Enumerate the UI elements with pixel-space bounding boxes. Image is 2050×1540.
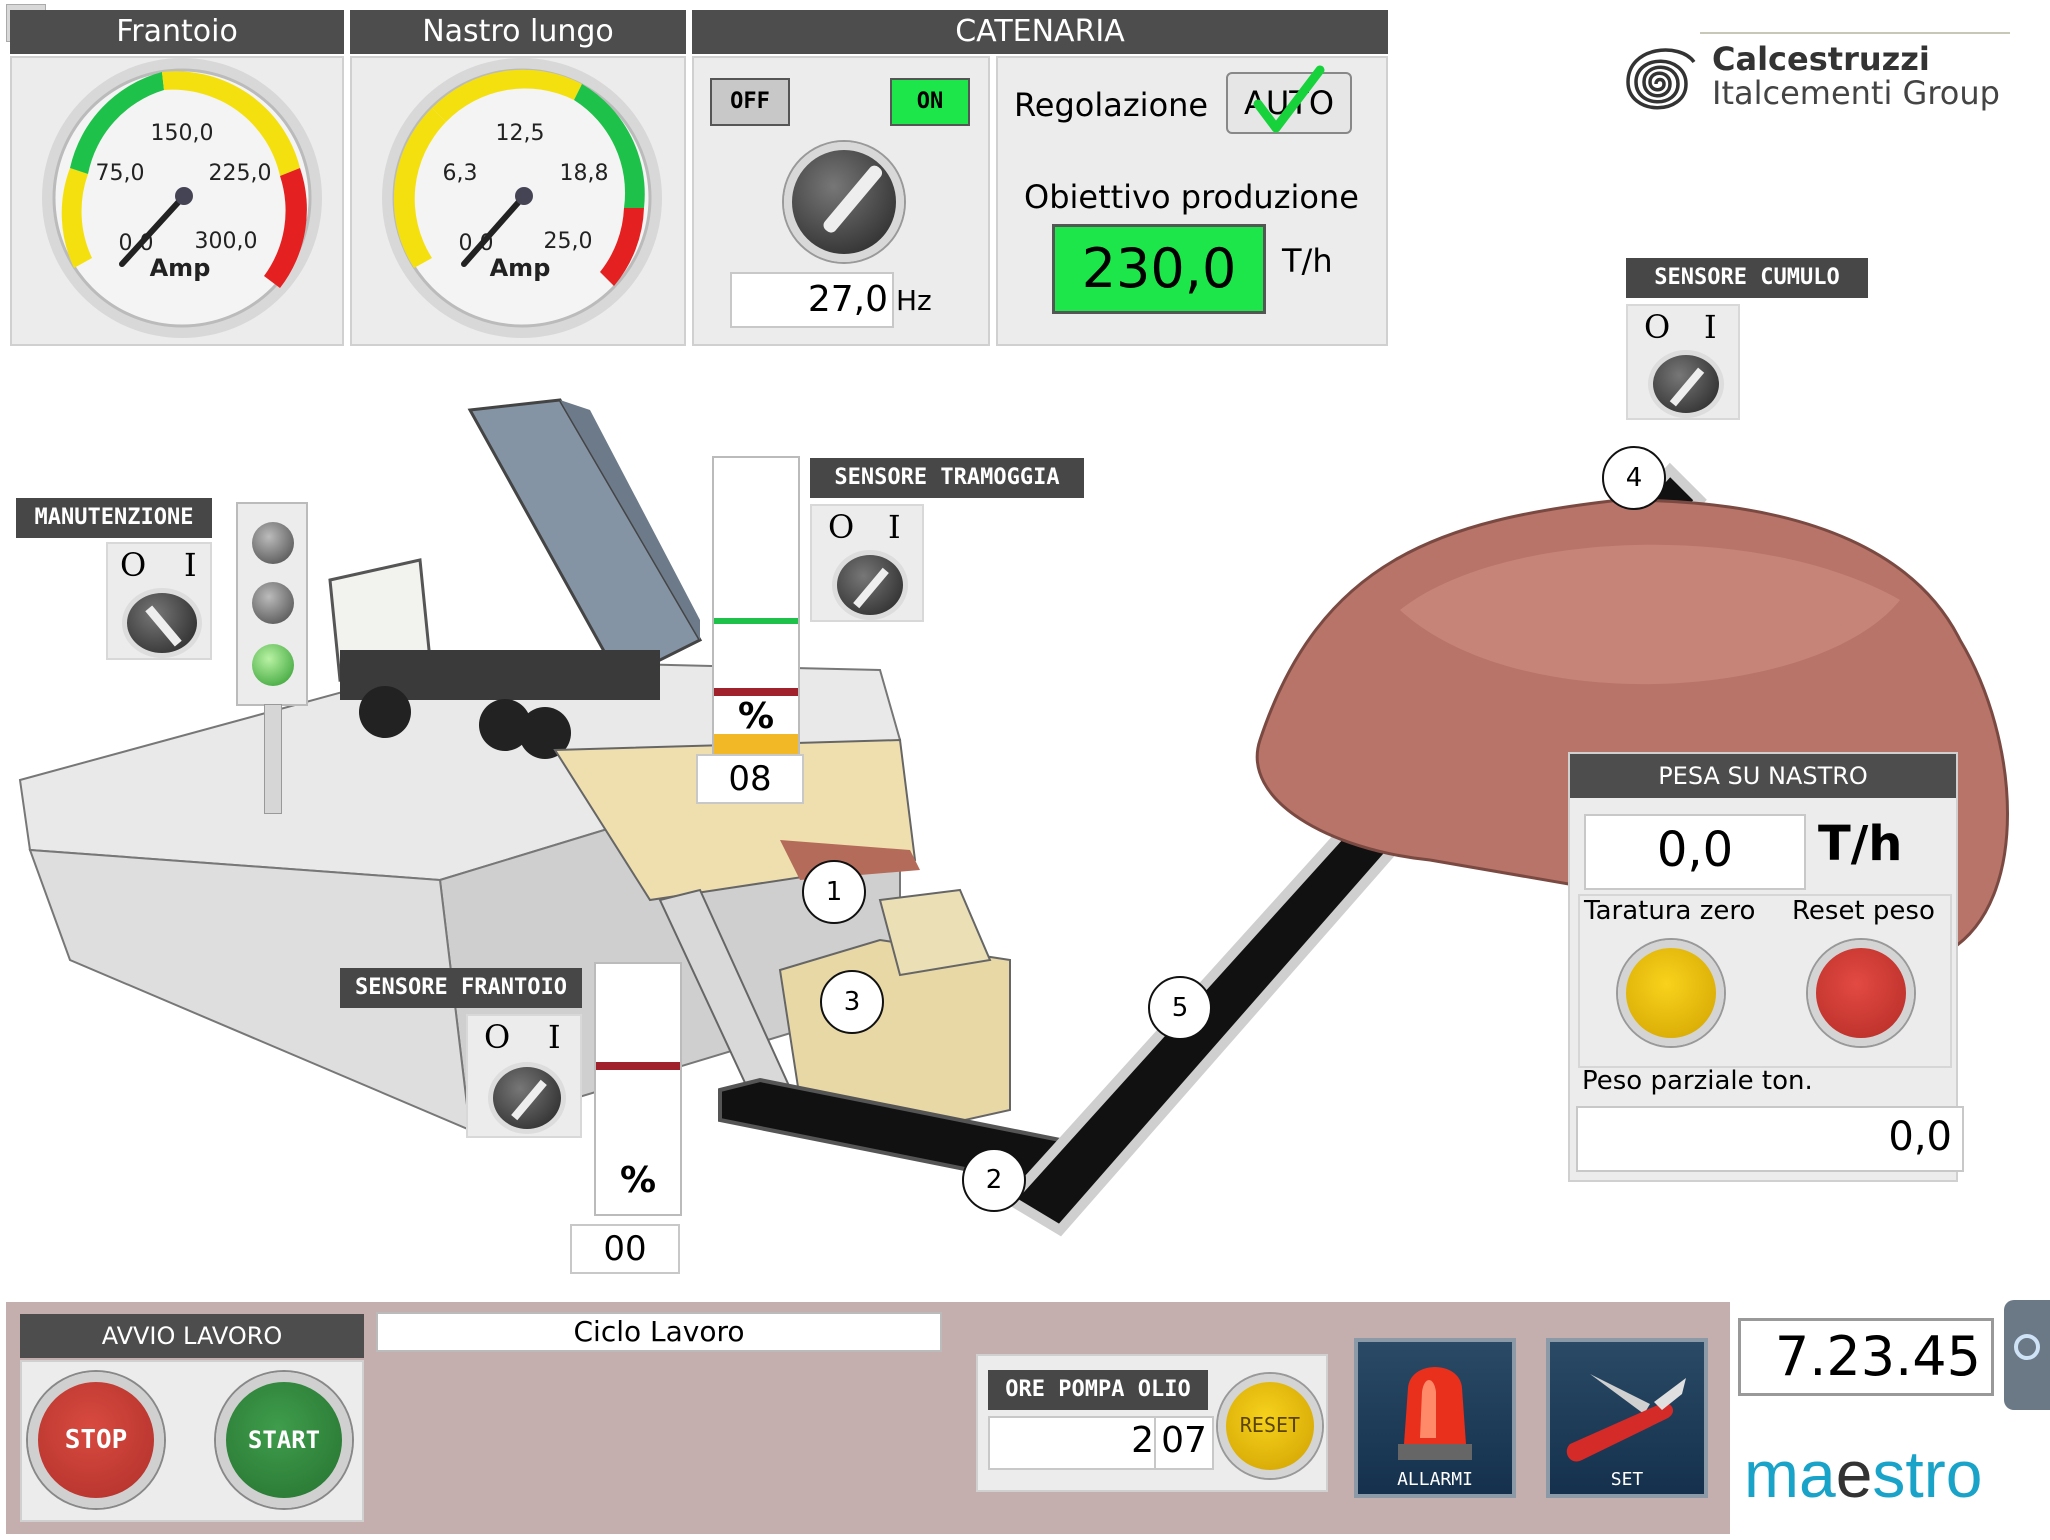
peso-parziale-label: Peso parziale ton. <box>1582 1066 1813 1096</box>
pompa-minutes: 07 <box>1154 1416 1214 1470</box>
pompa-hours: 2 <box>988 1416 1162 1470</box>
taratura-zero-button[interactable] <box>1618 940 1724 1046</box>
gauge-frantoio-unit: Amp <box>150 254 211 282</box>
sensore-frantoio-switch[interactable]: O I <box>466 1014 582 1138</box>
target-value[interactable]: 230,0 <box>1052 224 1266 314</box>
traffic-light-pole <box>264 704 282 814</box>
crusher-level-unit: % <box>619 1160 657 1201</box>
tramoggia-i: I <box>888 508 901 546</box>
pesa-value: 0,0 <box>1584 814 1806 890</box>
start-button[interactable]: START <box>216 1372 352 1508</box>
sensore-tramoggia-switch[interactable]: O I <box>810 504 924 622</box>
swiss-knife-icon <box>1566 1374 1686 1462</box>
manutenzione-knob[interactable] <box>122 588 202 658</box>
off-button[interactable]: OFF <box>710 78 790 126</box>
traffic-light-middle <box>252 582 294 624</box>
manutenzione-o: O <box>120 546 147 584</box>
manutenzione-i: I <box>184 546 197 584</box>
manutenzione-switch[interactable]: O I <box>106 542 212 660</box>
spiral-logo-icon <box>1626 48 1696 110</box>
gauge-frantoio-panel: 150,0 75,0 225,0 0,0 300,0 Amp <box>10 56 344 346</box>
traffic-light <box>236 502 308 706</box>
clock-display: 7.23.45 <box>1738 1318 1994 1396</box>
auto-button[interactable]: AUTO <box>1226 65 1352 134</box>
brand-line2: Italcementi Group <box>1712 74 2000 112</box>
gauge-nastro: 12,5 6,3 18,8 0,0 25,0 Amp <box>382 58 662 338</box>
marker-2: 2 <box>962 1148 1026 1212</box>
gauge-nastro-tick-25: 25,0 <box>544 229 593 254</box>
gauge-nastro-unit: Amp <box>490 254 551 282</box>
hopper-level-bar: % <box>712 456 800 756</box>
cumulo-i: I <box>1704 308 1717 346</box>
pompa-reset-button[interactable]: RESET <box>1218 1374 1322 1478</box>
target-label: Obiettivo produzione <box>1024 178 1359 216</box>
regolazione-label: Regolazione <box>1014 86 1209 124</box>
gauge-frantoio-tick-75: 75,0 <box>96 161 145 186</box>
tramoggia-knob[interactable] <box>832 550 908 620</box>
regolazione-panel: Regolazione AUTO Obiettivo produzione 23… <box>996 56 1388 346</box>
marker-3: 3 <box>820 970 884 1034</box>
catenaria-panel: OFF ON 27,0 Hz <box>692 56 990 346</box>
gauge-frantoio-tick-150: 150,0 <box>151 121 214 146</box>
reset-peso-button[interactable] <box>1808 940 1914 1046</box>
manutenzione-label: MANUTENZIONE <box>16 498 212 538</box>
gauge-nastro-tick-6: 6,3 <box>443 161 478 186</box>
target-unit: T/h <box>1282 242 1333 280</box>
marker-4: 4 <box>1602 446 1666 510</box>
hopper-level-value: 08 <box>696 754 804 804</box>
traffic-light-green <box>252 644 294 686</box>
frantoio-o: O <box>484 1018 511 1056</box>
gauge-frantoio: 150,0 75,0 225,0 0,0 300,0 Amp <box>42 58 322 338</box>
frequency-unit: Hz <box>896 284 932 317</box>
pesa-title: PESA SU NASTRO <box>1570 754 1956 798</box>
frequency-field[interactable]: 27,0 <box>730 272 894 328</box>
pesa-unit: T/h <box>1818 816 1903 872</box>
allarmi-label: ALLARMI <box>1397 1469 1473 1490</box>
crusher-level-bar: % <box>594 962 682 1216</box>
frantoio-knob[interactable] <box>488 1062 566 1134</box>
gauge-nastro-panel: 12,5 6,3 18,8 0,0 25,0 Amp <box>350 56 686 346</box>
set-label: SET <box>1610 1469 1644 1490</box>
on-button[interactable]: ON <box>890 78 970 126</box>
gauge-nastro-tick-18: 18,8 <box>560 161 609 186</box>
hopper-level-unit: % <box>737 696 775 737</box>
catenaria-speed-knob[interactable] <box>784 142 904 262</box>
set-button[interactable]: SET <box>1546 1338 1708 1498</box>
sensore-cumulo-label: SENSORE CUMULO <box>1626 258 1868 298</box>
pompa-title: ORE POMPA OLIO <box>988 1370 1208 1410</box>
gauge-nastro-title: Nastro lungo <box>350 10 686 54</box>
check-icon <box>1253 65 1325 133</box>
crusher-level-value: 00 <box>570 1224 680 1274</box>
allarmi-button[interactable]: ALLARMI <box>1354 1338 1516 1498</box>
catenaria-title: CATENARIA <box>692 10 1388 54</box>
frantoio-i: I <box>548 1018 561 1056</box>
alarm-beacon-icon <box>1398 1367 1472 1460</box>
pesa-panel: PESA SU NASTRO 0,0 T/h Taratura zero Res… <box>1568 752 1964 1182</box>
avvio-title: AVVIO LAVORO <box>20 1314 364 1358</box>
brand-line1: Calcestruzzi <box>1712 40 1930 78</box>
gauge-frantoio-title: Frantoio <box>10 10 344 54</box>
sensore-cumulo-switch[interactable]: O I <box>1626 304 1740 420</box>
tramoggia-o: O <box>828 508 855 546</box>
sensore-frantoio-label: SENSORE FRANTOIO <box>340 968 582 1008</box>
cumulo-o: O <box>1644 308 1671 346</box>
side-tab-icon[interactable] <box>2004 1300 2050 1410</box>
gauge-frantoio-tick-225: 225,0 <box>209 161 272 186</box>
maestro-logo: maestro <box>1744 1437 1983 1511</box>
stop-button[interactable]: STOP <box>28 1372 164 1508</box>
sensore-tramoggia-label: SENSORE TRAMOGGIA <box>810 458 1084 498</box>
gauge-frantoio-tick-300: 300,0 <box>195 229 258 254</box>
peso-parziale-value: 0,0 <box>1576 1106 1964 1172</box>
avvio-panel: STOP START <box>20 1360 364 1522</box>
pompa-panel: ORE POMPA OLIO 2 07 RESET <box>976 1354 1328 1492</box>
brand-rule <box>1700 32 2010 34</box>
marker-1: 1 <box>802 860 866 924</box>
traffic-light-top <box>252 522 294 564</box>
ciclo-lavoro-field: Ciclo Lavoro <box>376 1312 942 1352</box>
marker-5: 5 <box>1148 976 1212 1040</box>
gauge-nastro-tick-12: 12,5 <box>496 121 545 146</box>
cumulo-knob[interactable] <box>1648 350 1724 418</box>
